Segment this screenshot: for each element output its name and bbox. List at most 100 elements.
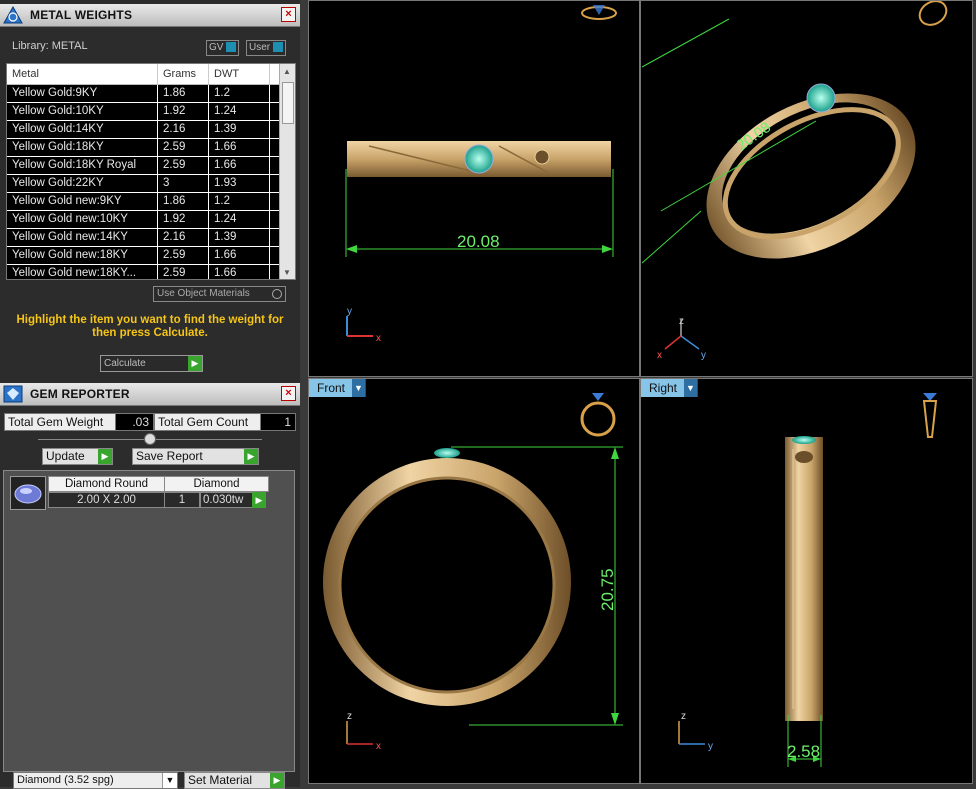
metal-table[interactable]: Metal Grams DWT Yellow Gold:9KY 1.86 1.2 Ye… <box>6 63 296 280</box>
set-material-button[interactable]: Set Material ▶ <box>184 772 285 789</box>
dwt-cell: 1.66 <box>209 139 270 156</box>
viewport-perspective[interactable]: 20.08 z y x <box>640 0 973 377</box>
axis-gizmo: z y <box>678 711 713 752</box>
view-selector-front[interactable]: Front ▼ <box>309 379 367 397</box>
col-dwt[interactable]: DWT <box>209 64 270 84</box>
metal-cell: Yellow Gold new:14KY <box>7 229 158 246</box>
close-icon[interactable]: × <box>281 386 296 401</box>
gemstone <box>806 83 836 113</box>
scroll-up-icon[interactable]: ▲ <box>283 67 291 76</box>
play-icon: ▶ <box>98 449 112 464</box>
grams-cell: 1.92 <box>158 211 209 228</box>
table-row[interactable]: Yellow Gold new:18KY 2.59 1.66 <box>7 247 295 265</box>
gem-reporter-icon <box>3 385 23 403</box>
dwt-cell: 1.66 <box>209 265 270 279</box>
table-row[interactable]: Yellow Gold:14KY 2.16 1.39 <box>7 121 295 139</box>
table-row[interactable]: Yellow Gold new:10KY 1.92 1.24 <box>7 211 295 229</box>
metal-cell: Yellow Gold new:18KY <box>7 247 158 264</box>
metal-cell: Yellow Gold:9KY <box>7 85 158 102</box>
ring-profile <box>785 437 823 721</box>
dwt-cell: 1.24 <box>209 211 270 228</box>
dwt-cell: 1.2 <box>209 85 270 102</box>
user-toggle-label: User <box>249 42 271 53</box>
metal-weights-icon <box>3 6 23 24</box>
width-dimension: 20.08 <box>457 232 500 251</box>
round-diamond-icon <box>14 484 42 504</box>
close-icon[interactable]: × <box>281 7 296 22</box>
gem-material: Diamond <box>164 476 269 492</box>
gem-go-button[interactable]: ▶ <box>252 492 266 508</box>
table-row[interactable]: Yellow Gold:9KY 1.86 1.2 <box>7 85 295 103</box>
axis-label: z <box>679 316 684 327</box>
view-label: Right <box>649 381 678 395</box>
gem-thumbnail[interactable] <box>10 476 46 510</box>
grams-cell: 2.59 <box>158 265 209 279</box>
metal-cell: Yellow Gold new:9KY <box>7 193 158 210</box>
dwt-cell: 1.39 <box>209 121 270 138</box>
view-cube-icon[interactable] <box>915 1 950 30</box>
axis-gizmo: y x <box>346 306 381 344</box>
metal-table-header: Metal Grams DWT <box>7 64 295 85</box>
calculate-label: Calculate <box>104 358 146 369</box>
calculate-button[interactable]: Calculate ▶ <box>100 355 203 372</box>
axis-label: y <box>347 306 352 317</box>
perspective-view-canvas: 20.08 z y x <box>641 1 950 361</box>
viewport-front[interactable]: 20.75 z x Front ▼ <box>308 378 640 784</box>
scroll-down-icon[interactable]: ▼ <box>283 268 291 277</box>
table-row[interactable]: Yellow Gold new:9KY 1.86 1.2 <box>7 193 295 211</box>
dwt-cell: 1.66 <box>209 247 270 264</box>
total-gem-weight-value: .03 <box>115 413 154 431</box>
update-button[interactable]: Update ▶ <box>42 448 113 465</box>
front-view-canvas: 20.75 z x <box>323 393 623 752</box>
view-cube-icon[interactable] <box>580 393 616 437</box>
view-selector-right[interactable]: Right ▼ <box>641 379 699 397</box>
chevron-down-icon: ▼ <box>162 773 177 788</box>
scroll-thumb[interactable] <box>282 82 294 124</box>
material-select[interactable]: Diamond (3.52 spg) ▼ <box>13 772 178 789</box>
gem-weight: 0.030tw <box>200 492 254 508</box>
dwt-cell: 1.66 <box>209 157 270 174</box>
grams-cell: 1.92 <box>158 103 209 120</box>
gem-shape: Diamond Round <box>48 476 165 492</box>
table-row[interactable]: Yellow Gold new:14KY 2.16 1.39 <box>7 229 295 247</box>
dwt-cell: 1.39 <box>209 229 270 246</box>
metal-weights-title: METAL WEIGHTS <box>30 8 133 22</box>
total-gem-count-label: Total Gem Count <box>154 413 263 431</box>
axis-label: x <box>376 741 381 752</box>
metal-cell: Yellow Gold new:10KY <box>7 211 158 228</box>
use-object-materials-label: Use Object Materials <box>157 288 250 299</box>
thickness-dimension: 2.58 <box>787 742 820 761</box>
table-row[interactable]: Yellow Gold new:18KY... 2.59 1.66 <box>7 265 295 279</box>
viewport-top[interactable]: 20.08 y x <box>308 0 640 377</box>
play-icon: ▶ <box>244 449 258 464</box>
metal-table-body: Yellow Gold:9KY 1.86 1.2 Yellow Gold:10KY 1.… <box>7 85 295 279</box>
play-icon: ▶ <box>270 773 284 788</box>
viewport-right[interactable]: 2.58 z y Right ▼ <box>640 378 973 784</box>
col-grams[interactable]: Grams <box>158 64 209 84</box>
gv-toggle[interactable]: GV <box>206 40 240 56</box>
gemstone <box>434 448 460 458</box>
user-toggle[interactable]: User <box>246 40 287 56</box>
total-gem-weight-label: Total Gem Weight <box>4 413 119 431</box>
table-row[interactable]: Yellow Gold:10KY 1.92 1.24 <box>7 103 295 121</box>
grams-cell: 2.59 <box>158 139 209 156</box>
metal-cell: Yellow Gold:14KY <box>7 121 158 138</box>
metal-table-scrollbar[interactable]: ▲ ▼ <box>279 64 295 279</box>
use-object-materials-toggle[interactable]: Use Object Materials <box>153 286 286 302</box>
splitter-handle[interactable] <box>144 433 156 445</box>
height-dimension: 20.75 <box>598 568 617 611</box>
axis-gizmo: z y x <box>657 316 706 361</box>
gem-reporter-title: GEM REPORTER <box>30 387 130 401</box>
metal-cell: Yellow Gold:10KY <box>7 103 158 120</box>
grams-cell: 2.16 <box>158 121 209 138</box>
material-select-value: Diamond (3.52 spg) <box>17 774 114 786</box>
save-report-button[interactable]: Save Report ▶ <box>132 448 259 465</box>
col-metal[interactable]: Metal <box>7 64 158 84</box>
view-cube-icon[interactable] <box>581 5 617 20</box>
table-row[interactable]: Yellow Gold:18KY 2.59 1.66 <box>7 139 295 157</box>
axis-label: z <box>681 711 686 722</box>
view-cube-icon[interactable] <box>922 393 938 438</box>
library-label: Library: METAL <box>12 40 88 52</box>
table-row[interactable]: Yellow Gold:22KY 3 1.93 <box>7 175 295 193</box>
table-row[interactable]: Yellow Gold:18KY Royal 2.59 1.66 <box>7 157 295 175</box>
